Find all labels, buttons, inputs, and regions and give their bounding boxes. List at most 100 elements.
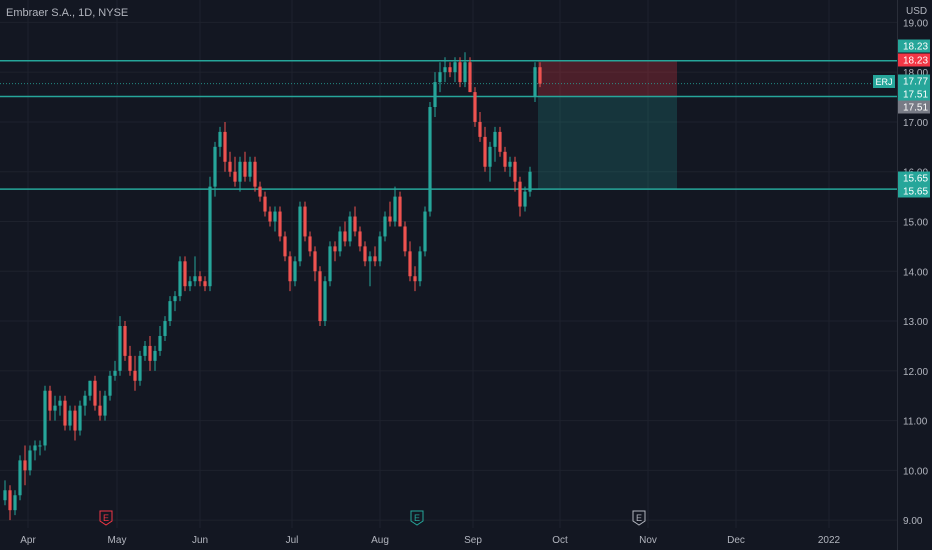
candle-body	[308, 236, 312, 252]
candle-body	[218, 131, 222, 147]
candle-body	[258, 186, 262, 197]
currency-label: USD	[906, 6, 927, 17]
x-tick-label: Aug	[371, 535, 389, 546]
candle-body	[48, 390, 52, 411]
candle-body	[103, 395, 107, 416]
candle-body	[168, 301, 172, 322]
candle-body	[73, 410, 77, 431]
x-tick-label: Nov	[639, 535, 657, 546]
candle-body	[488, 146, 492, 167]
candle-body	[198, 276, 202, 282]
candle-body	[8, 490, 12, 511]
candle-body	[288, 256, 292, 282]
x-tick-label: Dec	[727, 535, 745, 546]
candle-body	[28, 450, 32, 471]
candle-body	[18, 460, 22, 496]
x-tick-label: Sep	[464, 535, 482, 546]
price-tag-label: 17.51	[903, 103, 928, 114]
candle-body	[358, 231, 362, 247]
candle-body	[108, 375, 112, 396]
x-tick-label: Jun	[192, 535, 208, 546]
candle-body	[278, 211, 282, 237]
candle-body	[298, 206, 302, 262]
candle-body	[273, 211, 277, 222]
candle-body	[453, 62, 457, 73]
candle-body	[33, 445, 37, 451]
candle-body	[173, 296, 177, 302]
price-tag-label: 15.65	[903, 187, 928, 198]
candle-body	[468, 62, 472, 93]
candle-body	[213, 146, 217, 187]
candle-body	[88, 380, 92, 396]
candle-body	[283, 236, 287, 257]
candle-body	[533, 67, 537, 98]
y-tick-label: 15.00	[903, 217, 928, 228]
y-tick-label: 9.00	[903, 516, 923, 527]
candle-body	[253, 161, 257, 187]
candle-body	[223, 131, 227, 162]
x-tick-label: May	[108, 535, 127, 546]
candle-body	[293, 261, 297, 282]
candle-body	[243, 161, 247, 177]
candle-body	[503, 151, 507, 167]
candle-body	[463, 62, 467, 83]
candlestick-chart[interactable]: E E E USD 9.00 10.00 11.00 12.00 13.00 14.00 15.…	[0, 0, 932, 550]
candle-body	[513, 161, 517, 182]
candle-body	[193, 276, 197, 282]
candle-body	[153, 350, 157, 361]
candle-body	[318, 271, 322, 322]
candle-body	[263, 196, 267, 212]
y-tick-label: 13.00	[903, 317, 928, 328]
candle-body	[238, 161, 242, 182]
price-tag-label: 15.65	[903, 174, 928, 185]
candle-body	[538, 67, 542, 84]
candle-body	[383, 216, 387, 237]
candle-body	[63, 400, 67, 426]
candle-body	[493, 131, 497, 147]
candle-body	[268, 211, 272, 222]
candle-body	[413, 276, 417, 282]
take-profit-zone	[538, 96, 677, 190]
candle-body	[478, 121, 482, 137]
candle-body	[313, 251, 317, 272]
candle-body	[333, 246, 337, 252]
candle-body	[78, 405, 82, 431]
earnings-marker-label: E	[414, 513, 420, 523]
symbol-tag-label: ERJ	[875, 77, 892, 87]
candle-body	[248, 161, 252, 177]
candle-body	[3, 490, 7, 501]
candle-body	[343, 231, 347, 242]
candle-body	[393, 196, 397, 222]
candle-body	[398, 196, 402, 227]
y-tick-label: 14.00	[903, 267, 928, 278]
chart-container: Embraer S.A., 1D, NYSE E E E USD 9.00 10.00…	[0, 0, 932, 550]
candle-body	[98, 405, 102, 416]
candle-body	[83, 395, 87, 406]
candle-body	[53, 405, 57, 411]
candle-body	[498, 131, 502, 152]
y-tick-label: 17.00	[903, 118, 928, 129]
candle-body	[363, 246, 367, 262]
candle-body	[133, 370, 137, 381]
x-tick-label: Jul	[286, 535, 299, 546]
candle-body	[403, 226, 407, 252]
candle-body	[348, 216, 352, 242]
candle-body	[443, 67, 447, 73]
candle-body	[523, 191, 527, 207]
earnings-marker-label: E	[103, 513, 109, 523]
x-tick-label: 2022	[818, 535, 841, 546]
price-tag-label: 17.77	[903, 77, 928, 88]
candle-body	[158, 335, 162, 351]
candle-body	[528, 171, 532, 192]
chart-title: Embraer S.A., 1D, NYSE	[6, 7, 129, 19]
candle-body	[233, 171, 237, 182]
candle-body	[328, 246, 332, 282]
candle-body	[178, 261, 182, 297]
candle-body	[118, 326, 122, 371]
candle-body	[93, 380, 97, 406]
y-tick-label: 12.00	[903, 367, 928, 378]
stop-loss-zone	[538, 60, 677, 97]
candle-body	[388, 216, 392, 222]
candle-body	[148, 345, 152, 361]
candle-body	[143, 345, 147, 356]
